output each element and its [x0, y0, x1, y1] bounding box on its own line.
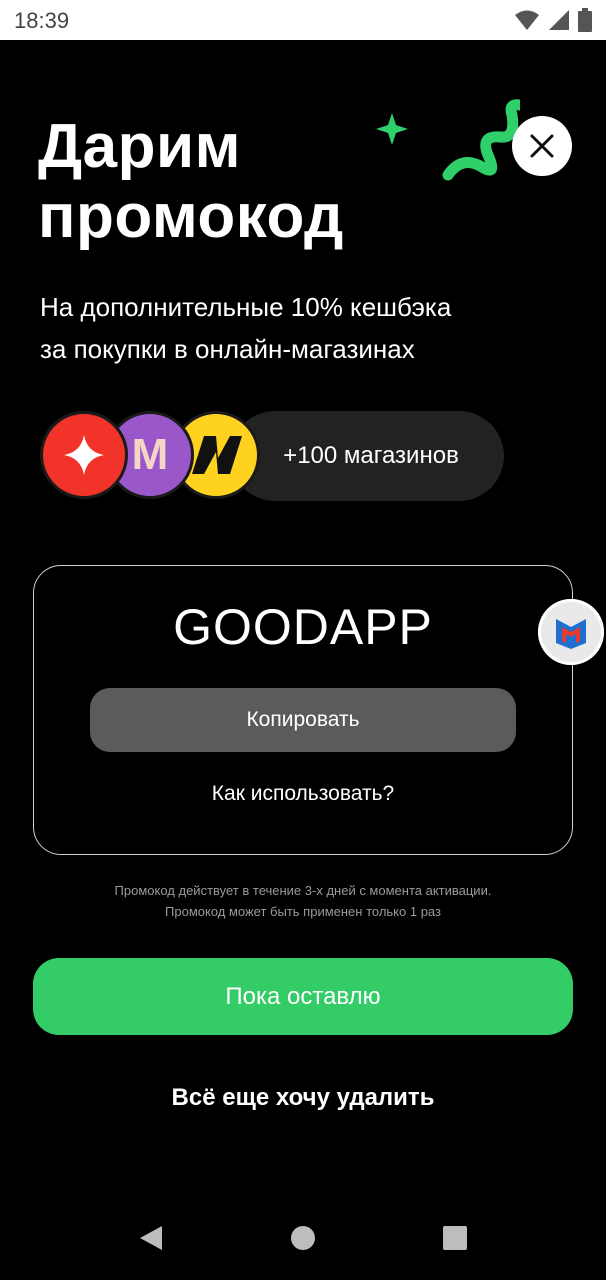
subtitle-line-2: за покупки в онлайн-магазинах — [40, 334, 415, 364]
back-button[interactable] — [136, 1223, 166, 1253]
subtitle-line-1: На дополнительные 10% кешбэка — [40, 292, 452, 322]
system-navigation-bar — [0, 1195, 606, 1280]
promo-terms-note: Промокод действует в течение 3-х дней с … — [0, 880, 606, 922]
home-circle-icon — [291, 1226, 315, 1250]
store-logo-yandex-market — [40, 411, 128, 499]
more-stores-pill: +100 магазинов — [230, 411, 504, 501]
promo-code-card: GOODAPP Копировать Как использовать? — [33, 565, 573, 855]
status-time: 18:39 — [14, 8, 70, 33]
title-line-1: Дарим — [38, 112, 242, 181]
confetti-decoration-icon — [376, 99, 520, 181]
back-triangle-icon — [140, 1226, 162, 1250]
recents-square-icon — [443, 1226, 467, 1250]
home-button[interactable] — [288, 1223, 318, 1253]
battery-icon — [578, 8, 592, 37]
title-line-2: промокод — [38, 182, 344, 251]
close-button[interactable] — [512, 116, 572, 176]
copy-button[interactable]: Копировать — [90, 688, 516, 752]
wifi-icon — [514, 9, 540, 36]
more-stores-label: +100 магазинов — [283, 442, 459, 469]
how-to-use-link[interactable]: Как использовать? — [34, 782, 572, 806]
partner-stores: +100 магазинов M — [40, 411, 510, 501]
yandex-n-icon — [192, 436, 242, 474]
promo-terms-line-2: Промокод может быть применен только 1 ра… — [165, 904, 441, 919]
still-delete-link[interactable]: Всё еще хочу удалить — [0, 1084, 606, 1112]
floating-app-badge[interactable] — [538, 599, 604, 665]
promo-code-value[interactable]: GOODAPP — [34, 598, 572, 656]
app-logo-icon — [556, 619, 586, 649]
status-bar: 18:39 — [0, 0, 606, 40]
page-subtitle: На дополнительные 10% кешбэка за покупки… — [40, 286, 540, 370]
keep-app-button[interactable]: Пока оставлю — [33, 958, 573, 1035]
promo-terms-line-1: Промокод действует в течение 3-х дней с … — [114, 883, 492, 898]
status-icons — [514, 8, 592, 37]
signal-icon — [548, 9, 570, 36]
yandex-market-star-icon — [64, 435, 104, 475]
recents-button[interactable] — [440, 1223, 470, 1253]
megamarket-m-icon: M — [131, 430, 169, 479]
page-title: Дарим промокод — [38, 112, 344, 252]
close-icon — [530, 134, 554, 158]
